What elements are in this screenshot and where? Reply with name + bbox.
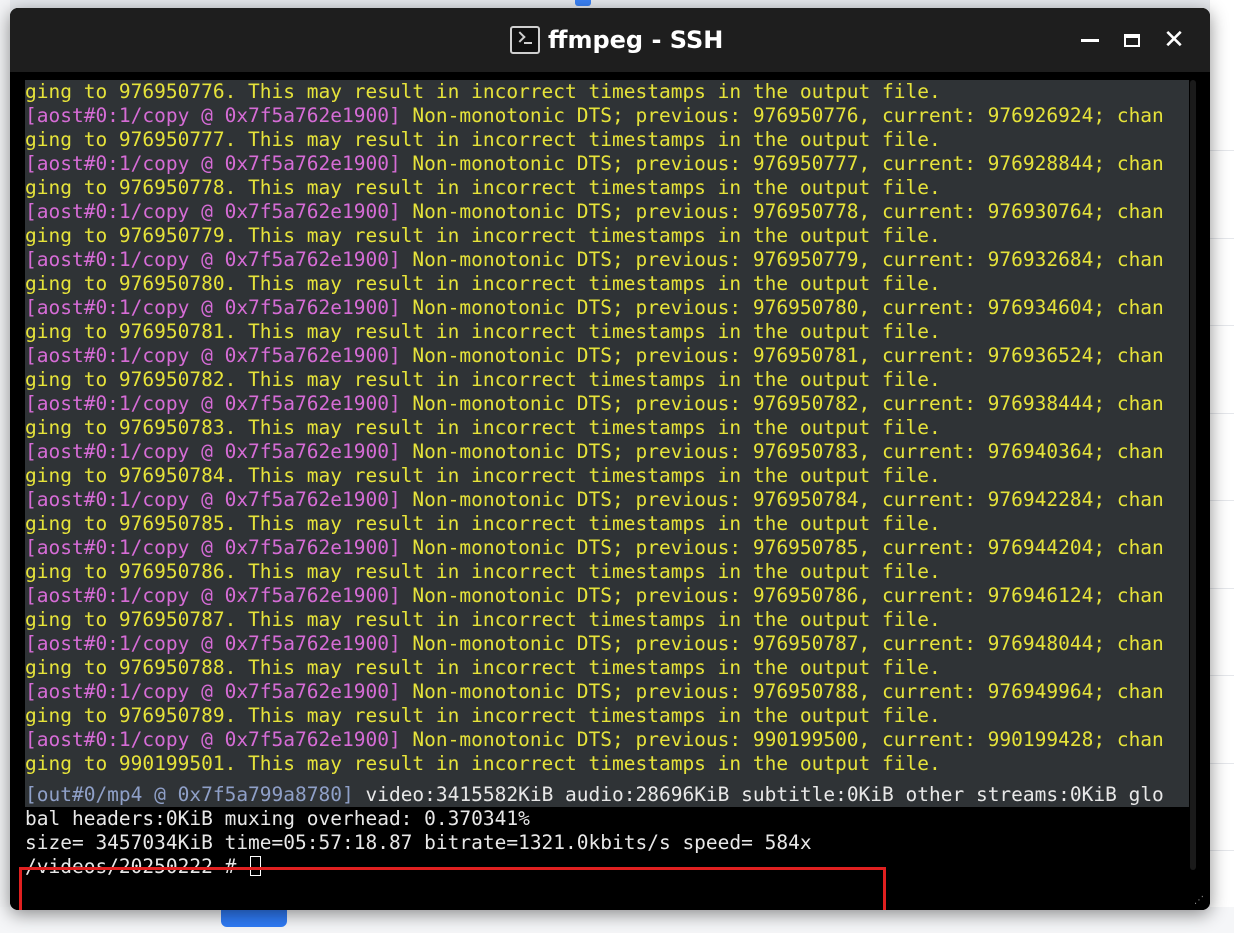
log-message: ging to 976950789. This may result in in…: [25, 704, 941, 727]
log-line: ging to 976950784. This may result in in…: [25, 464, 1189, 488]
background-bottom-bar: [0, 907, 1234, 933]
log-line: [aost#0:1/copy @ 0x7f5a762e1900] Non-mon…: [25, 152, 1189, 176]
log-line: ging to 976950783. This may result in in…: [25, 416, 1189, 440]
log-message: Non-monotonic DTS; previous: 976950788, …: [400, 680, 1164, 703]
log-source-tag: [aost#0:1/copy @ 0x7f5a762e1900]: [25, 728, 401, 751]
log-line: [aost#0:1/copy @ 0x7f5a762e1900] Non-mon…: [25, 584, 1189, 608]
log-message: ging to 976950777. This may result in in…: [25, 128, 941, 151]
log-source-tag: [aost#0:1/copy @ 0x7f5a762e1900]: [25, 536, 401, 559]
log-message: ging to 976950782. This may result in in…: [25, 368, 941, 391]
log-message: ging to 976950779. This may result in in…: [25, 224, 941, 247]
log-line: [aost#0:1/copy @ 0x7f5a762e1900] Non-mon…: [25, 248, 1189, 272]
log-message: ging to 976950776. This may result in in…: [25, 80, 941, 103]
terminal-live-output: [out#0/mp4 @ 0x7f5a799a8780] video:34155…: [25, 783, 1189, 879]
log-line: ging to 976950787. This may result in in…: [25, 608, 1189, 632]
log-line: ging to 976950779. This may result in in…: [25, 224, 1189, 248]
log-source-tag: [aost#0:1/copy @ 0x7f5a762e1900]: [25, 440, 401, 463]
close-button[interactable]: ✕: [1154, 24, 1194, 56]
log-source-tag: [aost#0:1/copy @ 0x7f5a762e1900]: [25, 200, 401, 223]
log-message: Non-monotonic DTS; previous: 976950782, …: [400, 392, 1164, 415]
log-line: [aost#0:1/copy @ 0x7f5a762e1900] Non-mon…: [25, 488, 1189, 512]
log-line: ging to 976950785. This may result in in…: [25, 512, 1189, 536]
log-line: ging to 976950777. This may result in in…: [25, 128, 1189, 152]
log-line: [aost#0:1/copy @ 0x7f5a762e1900] Non-mon…: [25, 536, 1189, 560]
log-source-tag: [aost#0:1/copy @ 0x7f5a762e1900]: [25, 248, 401, 271]
log-message: ging to 976950778. This may result in in…: [25, 176, 941, 199]
log-message: Non-monotonic DTS; previous: 976950781, …: [400, 344, 1164, 367]
log-line: ging to 976950788. This may result in in…: [25, 656, 1189, 680]
log-message: Non-monotonic DTS; previous: 976950786, …: [400, 584, 1164, 607]
log-message: ging to 976950784. This may result in in…: [25, 464, 941, 487]
log-line: ging to 976950782. This may result in in…: [25, 368, 1189, 392]
log-message: Non-monotonic DTS; previous: 976950777, …: [400, 152, 1164, 175]
log-message: Non-monotonic DTS; previous: 976950776, …: [400, 104, 1164, 127]
log-line: [aost#0:1/copy @ 0x7f5a762e1900] Non-mon…: [25, 728, 1189, 752]
summary-tag: [out#0/mp4 @ 0x7f5a799a8780]: [25, 783, 354, 806]
minimize-button[interactable]: [1070, 24, 1110, 56]
log-message: Non-monotonic DTS; previous: 976950778, …: [400, 200, 1164, 223]
log-message: Non-monotonic DTS; previous: 976950780, …: [400, 296, 1164, 319]
headers-line: bal headers:0KiB muxing overhead: 0.3703…: [25, 807, 530, 830]
log-source-tag: [aost#0:1/copy @ 0x7f5a762e1900]: [25, 584, 401, 607]
log-source-tag: [aost#0:1/copy @ 0x7f5a762e1900]: [25, 488, 401, 511]
log-message: Non-monotonic DTS; previous: 976950787, …: [400, 632, 1164, 655]
log-line: ging to 976950786. This may result in in…: [25, 560, 1189, 584]
terminal-icon: [510, 26, 540, 54]
log-line: ging to 976950780. This may result in in…: [25, 272, 1189, 296]
log-message: ging to 976950788. This may result in in…: [25, 656, 941, 679]
log-message: ging to 976950783. This may result in in…: [25, 416, 941, 439]
log-message: ging to 976950786. This may result in in…: [25, 560, 941, 583]
terminal-scrollbar[interactable]: [1190, 80, 1196, 870]
log-line: [aost#0:1/copy @ 0x7f5a762e1900] Non-mon…: [25, 680, 1189, 704]
stats-line: size= 3457034KiB time=05:57:18.87 bitrat…: [25, 831, 812, 854]
log-message: Non-monotonic DTS; previous: 976950779, …: [400, 248, 1164, 271]
log-message: ging to 976950787. This may result in in…: [25, 608, 941, 631]
highlight-annotation-box: [19, 867, 886, 910]
log-message: ging to 976950785. This may result in in…: [25, 512, 941, 535]
window-titlebar[interactable]: ffmpeg - SSH ✕: [10, 8, 1210, 72]
resize-grip-icon[interactable]: ⋰: [1194, 895, 1204, 906]
background-sidebar: [0, 0, 10, 933]
log-line: [aost#0:1/copy @ 0x7f5a762e1900] Non-mon…: [25, 392, 1189, 416]
log-source-tag: [aost#0:1/copy @ 0x7f5a762e1900]: [25, 632, 401, 655]
terminal-window[interactable]: ffmpeg - SSH ✕ ging to 976950776. This m…: [10, 8, 1210, 910]
log-line: [aost#0:1/copy @ 0x7f5a762e1900] Non-mon…: [25, 440, 1189, 464]
background-right-panel: [1209, 0, 1234, 933]
log-message: ging to 990199501. This may result in in…: [25, 752, 941, 775]
log-line: [aost#0:1/copy @ 0x7f5a762e1900] Non-mon…: [25, 632, 1189, 656]
log-line: [aost#0:1/copy @ 0x7f5a762e1900] Non-mon…: [25, 200, 1189, 224]
log-source-tag: [aost#0:1/copy @ 0x7f5a762e1900]: [25, 680, 401, 703]
maximize-button[interactable]: [1112, 24, 1152, 56]
log-message: ging to 976950780. This may result in in…: [25, 272, 941, 295]
window-title: ffmpeg - SSH: [548, 26, 724, 54]
log-source-tag: [aost#0:1/copy @ 0x7f5a762e1900]: [25, 104, 401, 127]
close-icon: ✕: [1163, 25, 1185, 55]
log-line: ging to 976950781. This may result in in…: [25, 320, 1189, 344]
log-message: ging to 976950781. This may result in in…: [25, 320, 941, 343]
log-line: ging to 976950776. This may result in in…: [25, 80, 1189, 104]
log-message: Non-monotonic DTS; previous: 976950785, …: [400, 536, 1164, 559]
terminal-body[interactable]: ging to 976950776. This may result in in…: [10, 72, 1210, 910]
log-message: Non-monotonic DTS; previous: 976950784, …: [400, 488, 1164, 511]
log-line: ging to 990199501. This may result in in…: [25, 752, 1189, 776]
log-message: Non-monotonic DTS; previous: 990199500, …: [400, 728, 1164, 751]
minimize-icon: [1081, 38, 1099, 42]
log-source-tag: [aost#0:1/copy @ 0x7f5a762e1900]: [25, 152, 401, 175]
log-source-tag: [aost#0:1/copy @ 0x7f5a762e1900]: [25, 392, 401, 415]
maximize-icon: [1124, 33, 1140, 47]
log-line: [aost#0:1/copy @ 0x7f5a762e1900] Non-mon…: [25, 344, 1189, 368]
log-line: ging to 976950789. This may result in in…: [25, 704, 1189, 728]
summary-text: video:3415582KiB audio:28696KiB subtitle…: [353, 783, 1164, 806]
summary-line: [out#0/mp4 @ 0x7f5a799a8780] video:34155…: [25, 783, 1189, 807]
background-tab-indicator: [575, 0, 591, 6]
log-line: [aost#0:1/copy @ 0x7f5a762e1900] Non-mon…: [25, 104, 1189, 128]
log-line: [aost#0:1/copy @ 0x7f5a762e1900] Non-mon…: [25, 296, 1189, 320]
window-title-group: ffmpeg - SSH: [510, 20, 723, 60]
log-source-tag: [aost#0:1/copy @ 0x7f5a762e1900]: [25, 296, 401, 319]
log-line: ging to 976950778. This may result in in…: [25, 176, 1189, 200]
terminal-scrollback: ging to 976950776. This may result in in…: [25, 80, 1189, 783]
log-source-tag: [aost#0:1/copy @ 0x7f5a762e1900]: [25, 344, 401, 367]
log-message: Non-monotonic DTS; previous: 976950783, …: [400, 440, 1164, 463]
